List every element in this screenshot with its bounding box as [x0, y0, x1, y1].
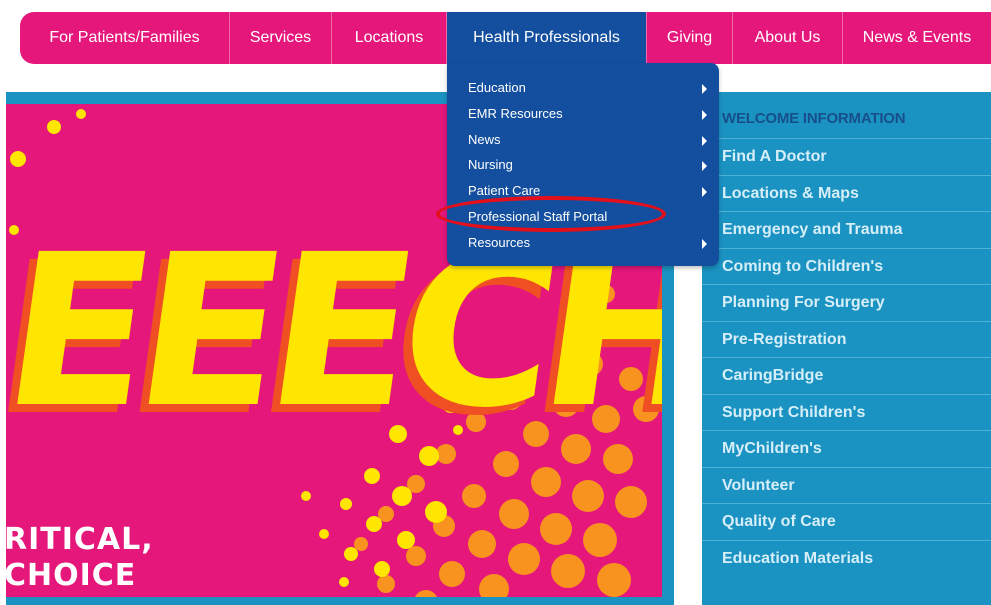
sidebar-item-find-a-doctor[interactable]: Find A Doctor [702, 138, 991, 175]
dropdown-item-education[interactable]: Education [447, 77, 719, 103]
health-professionals-dropdown: Education EMR Resources News Nursing Pat… [447, 63, 719, 266]
nav-item-giving[interactable]: Giving [647, 12, 733, 64]
nav-item-about-us[interactable]: About Us [733, 12, 843, 64]
dropdown-item-patient-care[interactable]: Patient Care [447, 180, 719, 206]
dropdown-item-professional-staff-portal[interactable]: Professional Staff Portal [447, 206, 719, 232]
dropdown-item-label: Education [468, 80, 526, 95]
nav-item-news-events[interactable]: News & Events [843, 12, 991, 64]
sidebar-heading: WELCOME INFORMATION [722, 110, 906, 127]
chevron-right-icon [702, 135, 707, 146]
dropdown-item-emr-resources[interactable]: EMR Resources [447, 103, 719, 129]
sidebar-item-planning-for-surgery[interactable]: Planning For Surgery [702, 284, 991, 321]
sidebar-item-coming-to-childrens[interactable]: Coming to Children's [702, 247, 991, 285]
dropdown-list: Education EMR Resources News Nursing Pat… [447, 77, 719, 258]
main-navigation: For Patients/Families Services Locations… [20, 12, 991, 64]
welcome-sidebar: WELCOME INFORMATION Find A Doctor Locati… [702, 92, 991, 605]
dropdown-item-resources[interactable]: Resources [447, 232, 719, 258]
dropdown-item-label: News [468, 131, 501, 147]
nav-item-health-professionals[interactable]: Health Professionals [447, 12, 647, 64]
nav-item-locations[interactable]: Locations [332, 12, 447, 64]
sidebar-item-emergency-trauma[interactable]: Emergency and Trauma [702, 211, 991, 248]
dropdown-item-label: Resources [468, 234, 531, 250]
nav-item-services[interactable]: Services [230, 12, 332, 64]
chevron-right-icon [702, 161, 707, 172]
sidebar-list: Find A Doctor Locations & Maps Emergency… [702, 138, 991, 576]
sidebar-item-support-childrens[interactable]: Support Children's [702, 393, 991, 431]
sidebar-item-caringbridge[interactable]: CaringBridge [702, 357, 991, 394]
sidebar-item-education-materials[interactable]: Education Materials [702, 539, 991, 577]
nav-item-patients-families[interactable]: For Patients/Families [20, 12, 230, 64]
chevron-right-icon [702, 84, 707, 94]
sidebar-item-pre-registration[interactable]: Pre-Registration [702, 320, 991, 358]
sidebar-item-quality-of-care[interactable]: Quality of Care [702, 503, 991, 540]
chevron-right-icon [702, 238, 707, 249]
sidebar-item-locations-maps[interactable]: Locations & Maps [702, 174, 991, 212]
dropdown-item-label: Patient Care [468, 183, 541, 199]
dropdown-item-news[interactable]: News [447, 129, 719, 155]
dropdown-item-label: Nursing [468, 157, 513, 173]
main-nav-list: For Patients/Families Services Locations… [20, 12, 991, 64]
hero-caption-line-2: CHOICE [6, 558, 137, 593]
sidebar-item-mychildrens[interactable]: MyChildren's [702, 430, 991, 467]
chevron-right-icon [702, 109, 707, 120]
sidebar-item-volunteer[interactable]: Volunteer [702, 466, 991, 504]
dropdown-item-label: Professional Staff Portal [468, 208, 608, 224]
hero-caption-line-1: RITICAL, [6, 522, 154, 557]
dropdown-item-nursing[interactable]: Nursing [447, 154, 719, 180]
hero-caption: RITICAL, CHOICE [6, 522, 154, 594]
dropdown-item-label: EMR Resources [468, 105, 563, 121]
chevron-right-icon [702, 187, 707, 198]
